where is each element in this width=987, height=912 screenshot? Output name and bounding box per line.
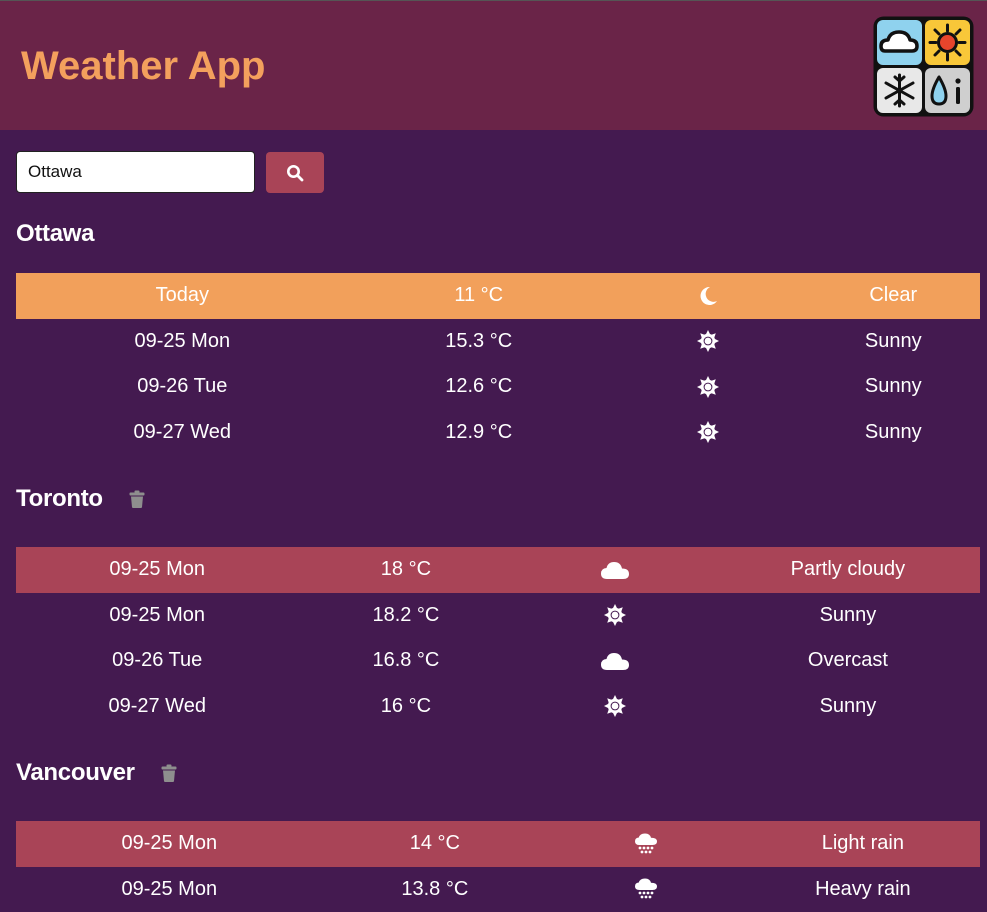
forecast-row: 09-27 Wed16 °C Sunny	[16, 684, 980, 730]
delete-city-icon[interactable]	[161, 764, 177, 782]
forecast-temp: 12.9 °C	[349, 410, 609, 456]
forecast-condition: Overcast	[716, 638, 980, 684]
city-name: Toronto	[16, 485, 103, 513]
app-logo	[872, 15, 975, 118]
forecast-temp: 15.3 °C	[349, 319, 609, 365]
search-icon	[286, 164, 304, 182]
forecast-row: 09-25 Mon18.2 °C Sunny	[16, 593, 980, 639]
forecast-temp: 18 °C	[298, 547, 513, 593]
forecast-date: Today	[16, 273, 349, 319]
forecast-row: 09-25 Mon13.8 °C Heavy rain	[16, 867, 980, 912]
forecast-date: 09-25 Mon	[16, 319, 349, 365]
forecast-row: 09-27 Wed12.9 °C Sunny	[16, 410, 980, 456]
cloud-icon	[513, 547, 715, 593]
city-name: Vancouver	[16, 759, 135, 787]
forecast-condition: Light rain	[746, 821, 980, 867]
forecast-temp: 13.8 °C	[323, 867, 548, 912]
forecast-temp: 16.8 °C	[298, 638, 513, 684]
forecast-temp: 12.6 °C	[349, 364, 609, 410]
forecast-row: 09-26 Tue12.6 °C Sunny	[16, 364, 980, 410]
app-title: Weather App	[21, 42, 265, 90]
city-ottawa: Ottawa Today11 °C Clear 09-25 Mon15.3 °C Su…	[16, 219, 980, 455]
city-header: Toronto	[16, 484, 980, 514]
forecast-condition: Heavy rain	[746, 867, 980, 912]
rain-cloud-icon	[547, 867, 746, 912]
forecast-condition: Clear	[806, 273, 980, 319]
forecast-temp: 14 °C	[323, 821, 548, 867]
search-button[interactable]	[266, 152, 324, 193]
city-name: Ottawa	[16, 220, 94, 248]
app-header: Weather App	[0, 0, 987, 130]
forecast-row: 09-26 Tue16.8 °C Overcast	[16, 638, 980, 684]
forecast-row: 09-25 Mon15.3 °C Sunny	[16, 319, 980, 365]
forecast-date: 09-25 Mon	[16, 821, 323, 867]
sun-icon	[609, 410, 807, 456]
forecast-condition: Sunny	[806, 410, 980, 456]
sun-icon	[513, 593, 715, 639]
forecast-temp: 18.2 °C	[298, 593, 513, 639]
forecast-condition: Sunny	[806, 364, 980, 410]
forecast-table: 09-25 Mon14 °CLight rain09-25 Mon13.8 °C…	[16, 821, 980, 912]
forecast-date: 09-26 Tue	[16, 364, 349, 410]
moon-icon	[609, 273, 807, 319]
forecast-date: 09-25 Mon	[16, 547, 298, 593]
delete-city-icon[interactable]	[129, 490, 145, 508]
city-header: Vancouver	[16, 758, 980, 788]
sun-icon	[513, 684, 715, 730]
cloud-icon	[513, 638, 715, 684]
forecast-date: 09-25 Mon	[16, 593, 298, 639]
rain-cloud-icon	[547, 821, 746, 867]
forecast-date: 09-25 Mon	[16, 867, 323, 912]
forecast-date: 09-27 Wed	[16, 684, 298, 730]
forecast-temp: 11 °C	[349, 273, 609, 319]
forecast-row: 09-25 Mon18 °C Partly cloudy	[16, 547, 980, 593]
forecast-table: Today11 °CClear09-25 Mon15.3 °CSunny09-2…	[16, 273, 980, 455]
sun-icon	[609, 364, 807, 410]
city-vancouver: Vancouver 09-25 Mon14 °CLight rain09-25 …	[16, 758, 980, 912]
forecast-date: 09-27 Wed	[16, 410, 349, 456]
forecast-table: 09-25 Mon18 °CPartly cloudy09-25 Mon18.2…	[16, 547, 980, 729]
forecast-condition: Sunny	[716, 593, 980, 639]
forecast-row: 09-25 Mon14 °C Light rain	[16, 821, 980, 867]
city-header: Ottawa	[16, 219, 980, 249]
forecast-row: Today11 °C Clear	[16, 273, 980, 319]
forecast-condition: Partly cloudy	[716, 547, 980, 593]
city-toronto: Toronto 09-25 Mon18 °CPartly cloudy09-25…	[16, 484, 980, 729]
sun-icon	[609, 319, 807, 365]
search-input[interactable]	[16, 151, 255, 193]
forecast-temp: 16 °C	[298, 684, 513, 730]
forecast-condition: Sunny	[806, 319, 980, 365]
forecast-condition: Sunny	[716, 684, 980, 730]
forecast-date: 09-26 Tue	[16, 638, 298, 684]
